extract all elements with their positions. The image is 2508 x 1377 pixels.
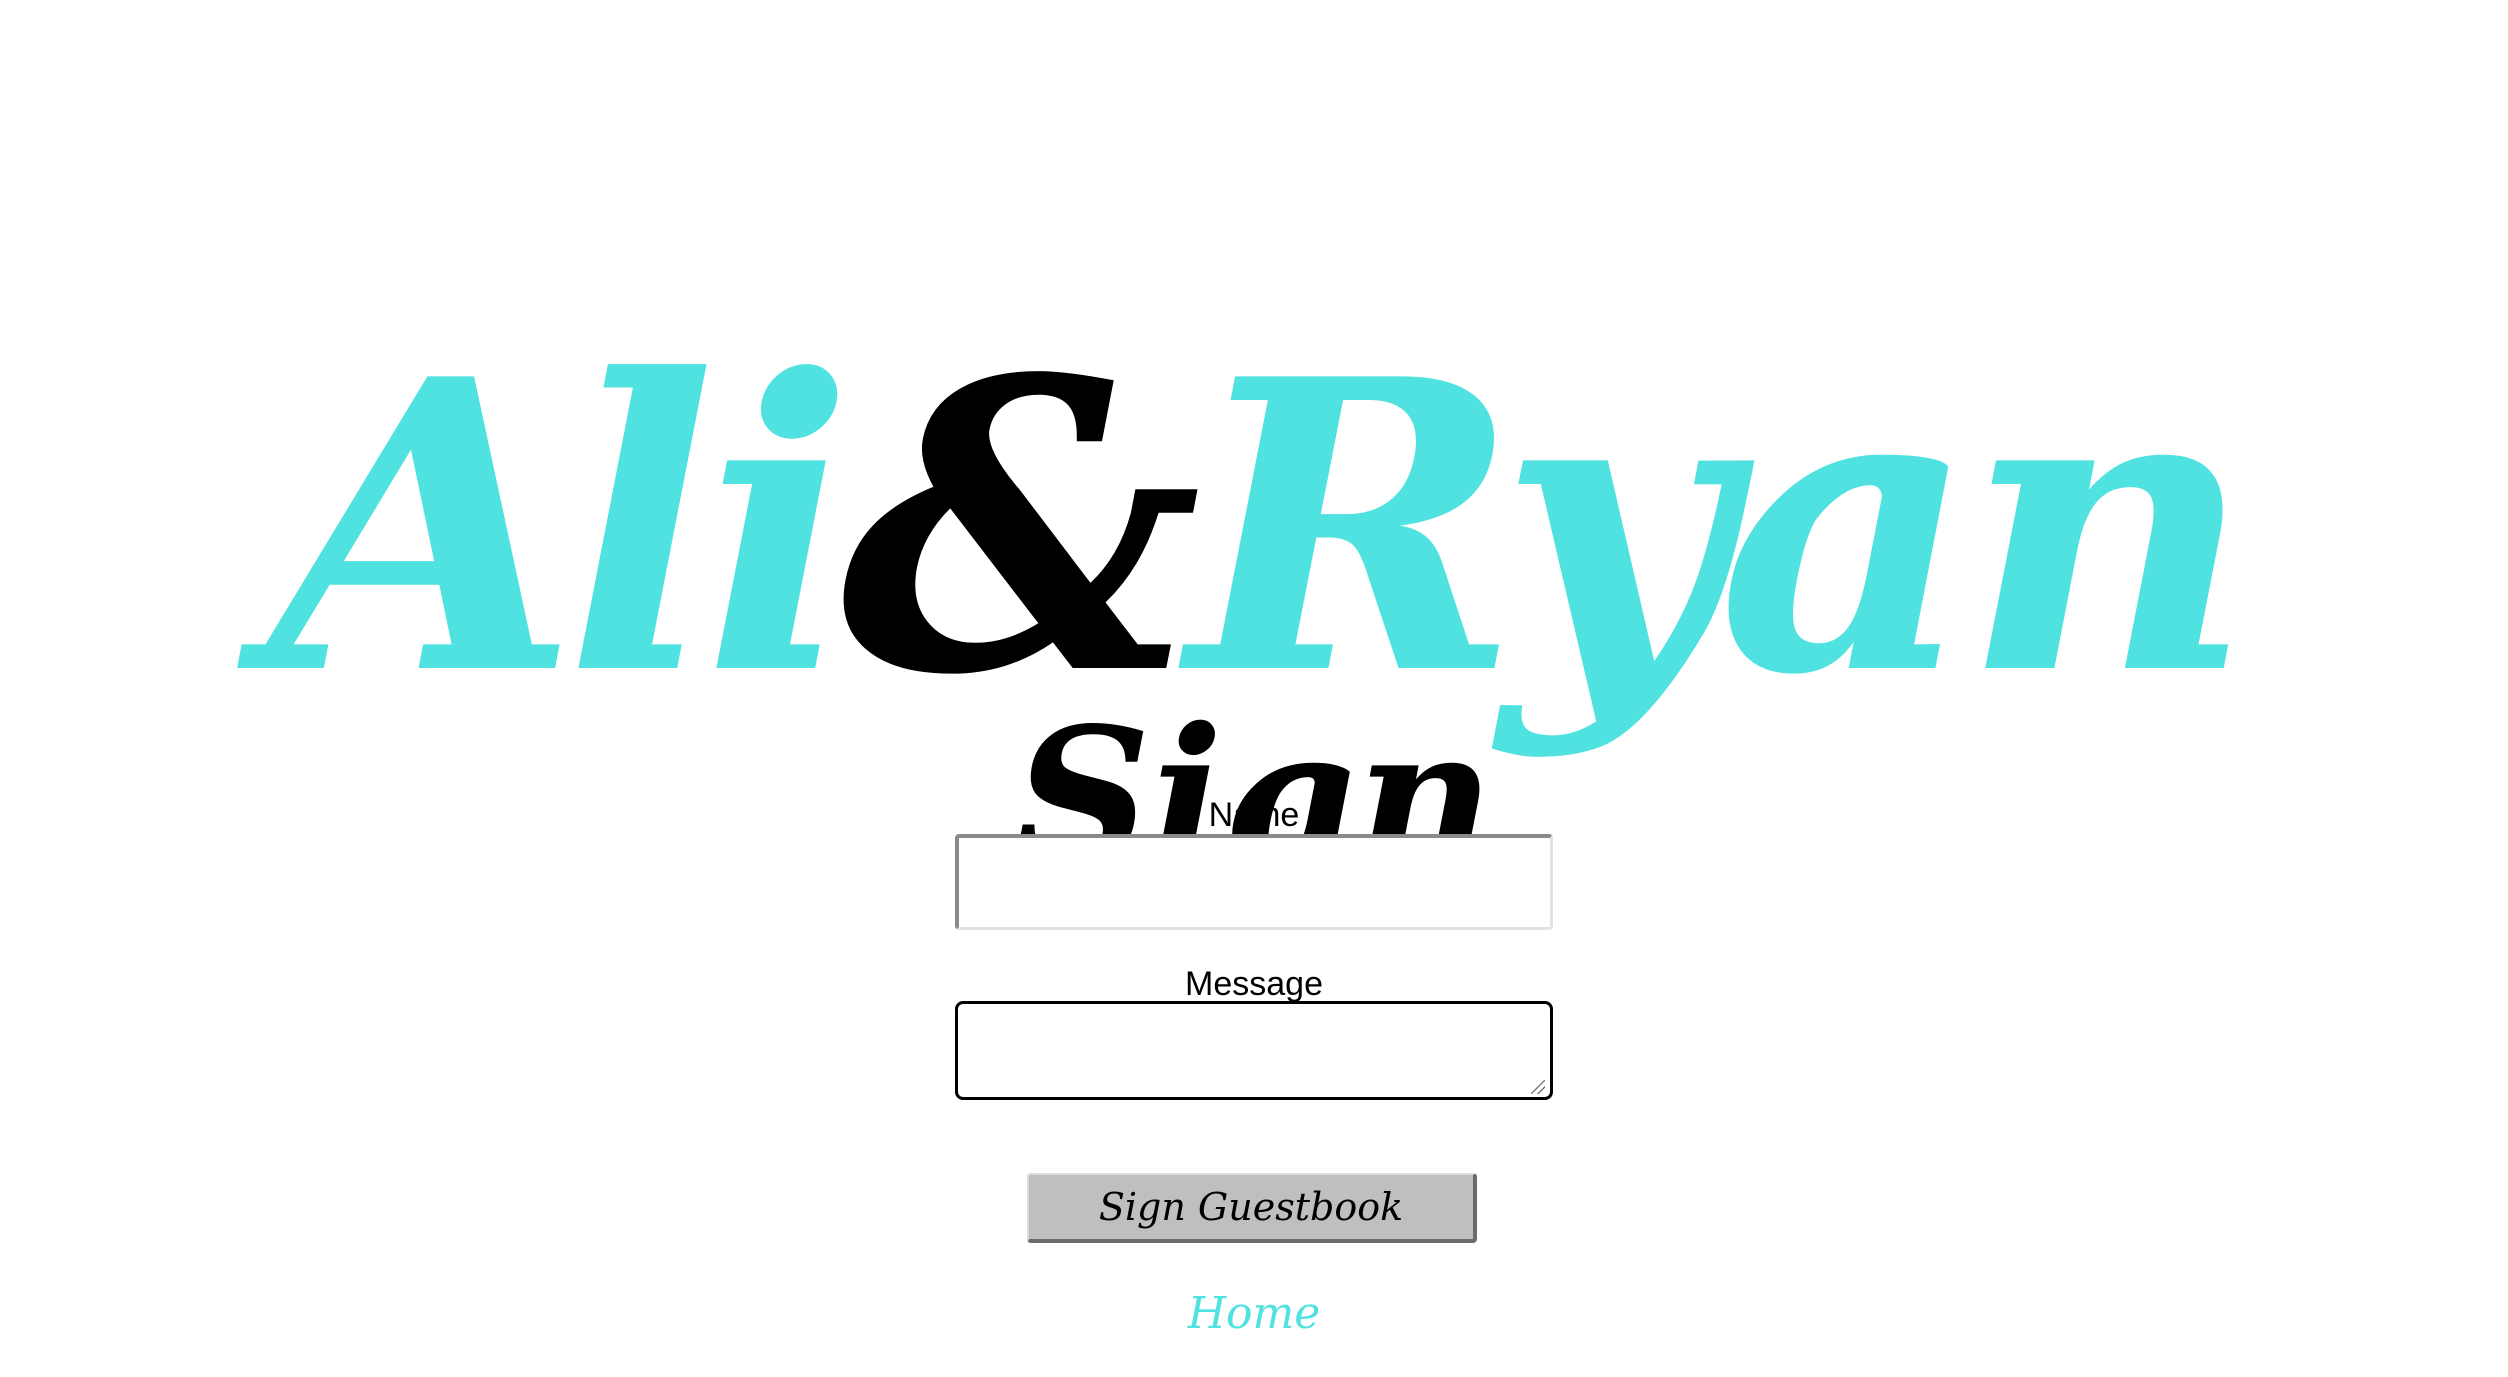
name-label: Name: [1208, 796, 1300, 834]
message-label: Message: [1185, 965, 1323, 1003]
name-input[interactable]: [955, 834, 1553, 930]
sign-guestbook-button[interactable]: Sign Guestbook: [1027, 1173, 1477, 1243]
message-textarea[interactable]: [955, 1001, 1553, 1100]
home-link[interactable]: Home: [1188, 1288, 1321, 1339]
home-link-row: Home: [0, 1284, 2508, 1344]
